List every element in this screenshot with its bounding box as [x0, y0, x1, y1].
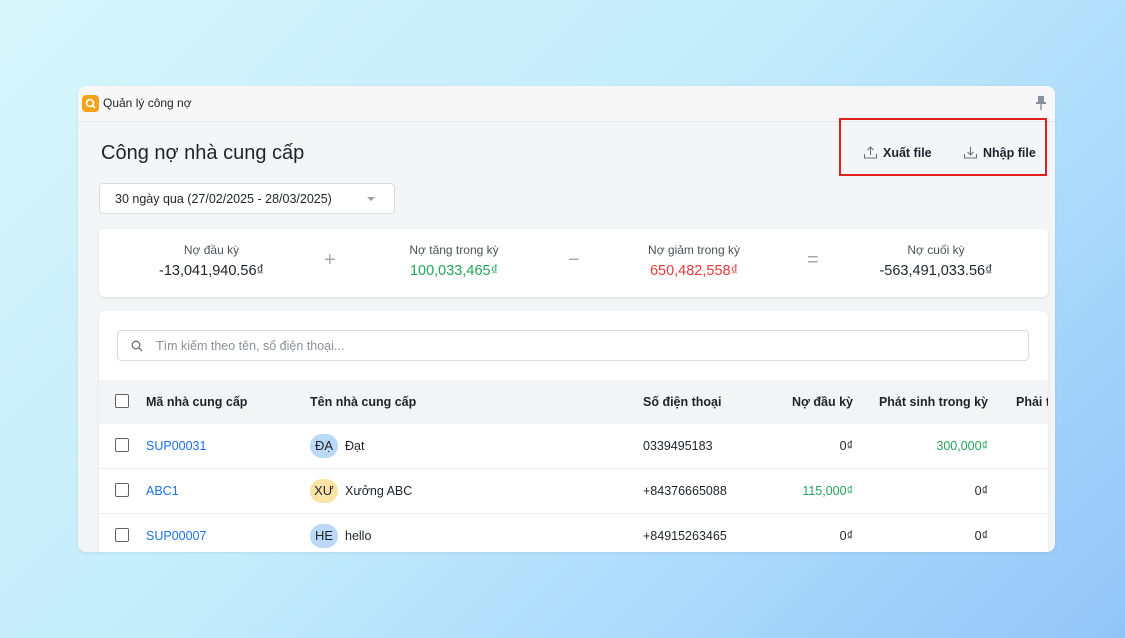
export-file-button[interactable]: Xuất file	[863, 145, 932, 160]
table-row[interactable]: ABC1 XƯ Xưởng ABC +84376665088 115,000₫ …	[99, 469, 1048, 514]
app-logo-icon	[82, 95, 99, 112]
app-window: Quản lý công nợ Công nợ nhà cung cấp Xuấ…	[78, 86, 1055, 552]
incurred-debt: 0₫	[974, 484, 988, 498]
column-header-opening[interactable]: Nợ đầu kỳ	[763, 380, 853, 424]
file-actions-highlight: Xuất file Nhập file	[839, 118, 1047, 176]
avatar: ĐẠ	[310, 434, 338, 458]
export-file-label: Xuất file	[883, 145, 932, 160]
column-header-code[interactable]: Mã nhà cung cấp	[146, 380, 247, 424]
supplier-debt-table-card: Mã nhà cung cấp Tên nhà cung cấp Số điện…	[99, 311, 1048, 552]
supplier-code-link[interactable]: ABC1	[146, 469, 179, 513]
supplier-code-link[interactable]: SUP00007	[146, 514, 206, 552]
opening-debt: 0₫	[839, 439, 853, 453]
supplier-name: Đạt	[345, 439, 365, 453]
row-checkbox[interactable]	[115, 438, 129, 452]
summary-opening-label: Nợ đầu kỳ	[183, 243, 240, 257]
supplier-phone: 0339495183	[643, 439, 713, 453]
caret-down-icon	[367, 197, 375, 201]
date-range-select[interactable]: 30 ngày qua (27/02/2025 - 28/03/2025)	[99, 183, 395, 214]
table-row[interactable]: SUP00031 ĐẠ Đạt 0339495183 0₫ 300,000₫	[99, 424, 1048, 469]
incurred-debt: 0₫	[974, 529, 988, 543]
summary-opening-value: -13,041,940.56₫	[159, 263, 264, 279]
app-title: Quản lý công nợ	[103, 96, 192, 110]
column-header-name[interactable]: Tên nhà cung cấp	[310, 380, 416, 424]
summary-closing-label: Nợ cuối kỳ	[907, 243, 965, 257]
avatar: XƯ	[310, 479, 338, 503]
summary-decrease-label: Nợ giảm trong kỳ	[648, 243, 740, 257]
pin-icon[interactable]	[1035, 96, 1047, 110]
title-bar: Quản lý công nợ	[78, 86, 1055, 122]
import-file-button[interactable]: Nhập file	[963, 145, 1036, 160]
plus-operator: +	[324, 249, 336, 271]
import-file-label: Nhập file	[983, 145, 1036, 160]
column-header-phone[interactable]: Số điện thoại	[643, 380, 721, 424]
supplier-phone: +84915263465	[643, 529, 727, 543]
debt-summary: Nợ đầu kỳ -13,041,940.56₫ + Nợ tăng tron…	[99, 229, 1048, 297]
table-row[interactable]: SUP00007 HE hello +84915263465 0₫ 0₫	[99, 514, 1048, 552]
supplier-table: Mã nhà cung cấp Tên nhà cung cấp Số điện…	[99, 380, 1048, 552]
date-range-value: 30 ngày qua (27/02/2025 - 28/03/2025)	[115, 191, 332, 206]
upload-icon	[863, 146, 878, 159]
column-header-incurred[interactable]: Phát sinh trong kỳ	[869, 380, 988, 424]
summary-closing: Nợ cuối kỳ -563,491,033.56₫	[861, 243, 1011, 279]
download-icon	[963, 147, 978, 159]
search-input[interactable]	[154, 337, 1008, 354]
supplier-name: hello	[345, 529, 372, 543]
summary-increase-value: 100,033,465₫	[409, 263, 499, 279]
summary-decrease: Nợ giảm trong kỳ 650,482,558₫	[619, 243, 769, 279]
search-box	[117, 330, 1029, 361]
row-checkbox[interactable]	[115, 483, 129, 497]
summary-increase: Nợ tăng trong kỳ 100,033,465₫	[379, 243, 529, 279]
supplier-name: Xưởng ABC	[345, 484, 413, 498]
summary-closing-value: -563,491,033.56₫	[879, 263, 993, 279]
table-header: Mã nhà cung cấp Tên nhà cung cấp Số điện…	[99, 380, 1048, 424]
column-header-payable[interactable]: Phải t	[1016, 380, 1048, 424]
summary-increase-label: Nợ tăng trong kỳ	[409, 243, 499, 257]
opening-debt: 115,000₫	[802, 484, 853, 498]
supplier-phone: +84376665088	[643, 484, 727, 498]
summary-decrease-value: 650,482,558₫	[649, 263, 739, 279]
minus-operator: −	[568, 249, 580, 271]
incurred-debt: 300,000₫	[936, 439, 988, 453]
avatar: HE	[310, 524, 338, 548]
search-icon	[131, 340, 143, 352]
opening-debt: 0₫	[839, 529, 853, 543]
select-all-checkbox[interactable]	[115, 394, 129, 408]
page-title: Công nợ nhà cung cấp	[101, 142, 305, 164]
equals-operator: =	[807, 249, 819, 271]
supplier-code-link[interactable]: SUP00031	[146, 424, 206, 468]
row-checkbox[interactable]	[115, 528, 129, 542]
summary-opening: Nợ đầu kỳ -13,041,940.56₫	[139, 243, 284, 279]
